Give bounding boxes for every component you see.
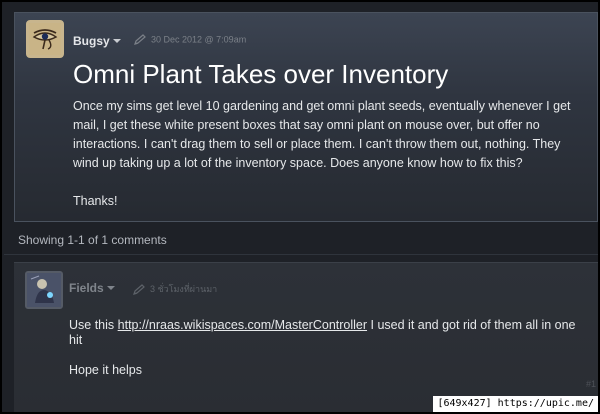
comment-second-line: Hope it helps [69,363,142,377]
post-body-text: Once my sims get level 10 gardening and … [73,99,571,170]
comment-text-before-link: Use this [69,318,118,332]
post-body: Once my sims get level 10 gardening and … [73,97,588,211]
chevron-down-icon[interactable] [106,285,115,290]
commenter-avatar[interactable] [25,271,63,309]
comment-timestamp: 3 ชั่วโมงที่ผ่านมา [150,284,218,294]
eye-of-horus-icon [29,23,61,55]
divider [4,254,598,255]
post-timestamp: 30 Dec 2012 @ 7:09am [151,34,247,45]
comment-link[interactable]: http://nraas.wikispaces.com/MasterContro… [118,318,367,332]
pencil-icon[interactable] [132,283,146,296]
character-icon [27,273,61,307]
comments-count: Showing 1-1 of 1 comments [18,233,167,247]
discussion-post: Bugsy 30 Dec 2012 @ 7:09am Omni Plant Ta… [14,12,598,222]
comment-author[interactable]: Fields [69,281,115,295]
page-frame: Bugsy 30 Dec 2012 @ 7:09am Omni Plant Ta… [2,2,598,412]
watermark: [649x427] https://upic.me/ [433,396,598,412]
pencil-icon[interactable] [133,34,147,46]
author-name: Bugsy [73,34,110,48]
post-meta: 30 Dec 2012 @ 7:09am [133,34,246,46]
comment: Fields 3 ชั่วโมงที่ผ่านมา Use this http:… [14,262,598,412]
post-closing: Thanks! [73,194,118,208]
author-avatar[interactable] [26,20,64,58]
comment-number[interactable]: #1 [586,379,596,389]
commenter-name: Fields [69,281,104,295]
post-title: Omni Plant Takes over Inventory [73,59,449,89]
post-author[interactable]: Bugsy [73,34,121,48]
comment-body: Use this http://nraas.wikispaces.com/Mas… [69,318,584,378]
comment-meta: 3 ชั่วโมงที่ผ่านมา [132,282,217,296]
chevron-down-icon[interactable] [112,38,121,43]
comment-text: Use this http://nraas.wikispaces.com/Mas… [69,318,584,348]
